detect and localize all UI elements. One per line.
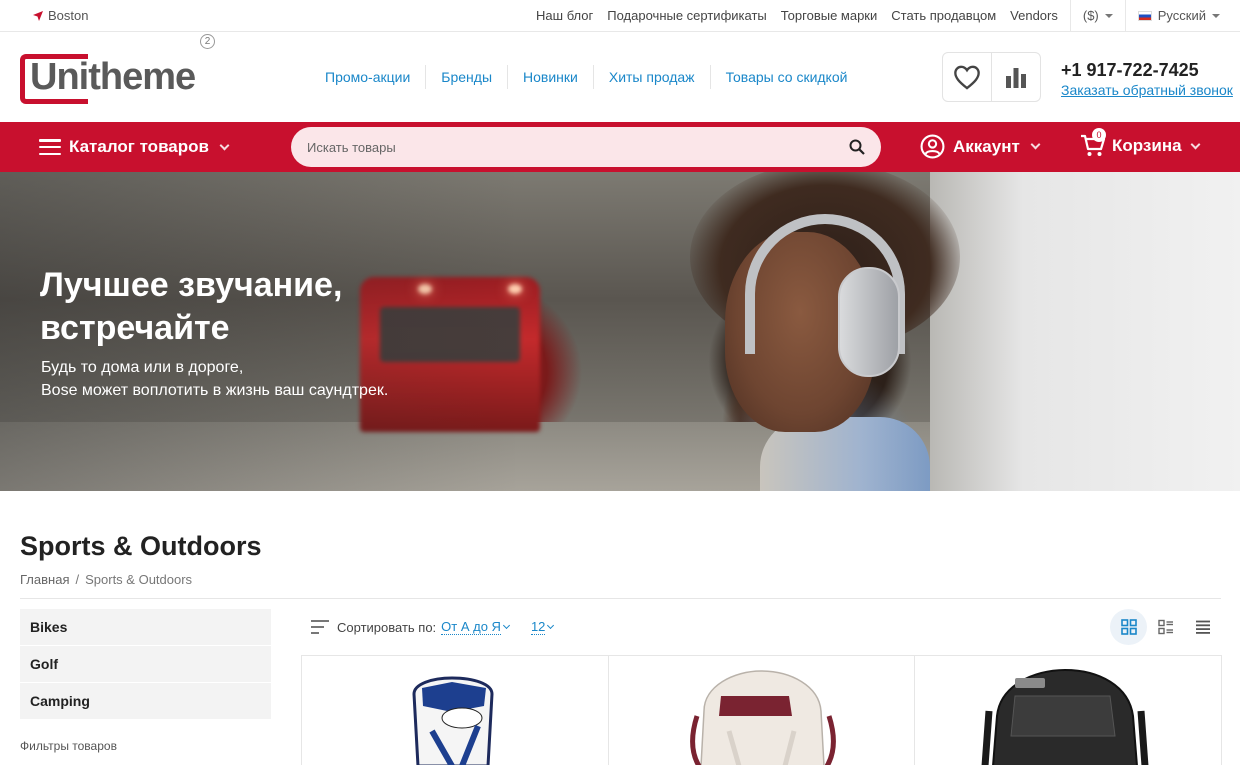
top-link-vendors[interactable]: Vendors xyxy=(1010,8,1058,23)
catalog-label: Каталог товаров xyxy=(69,137,209,156)
chevron-down-icon xyxy=(547,621,555,630)
location-label: Boston xyxy=(48,8,89,23)
top-link-become-seller[interactable]: Стать продавцом xyxy=(891,8,996,23)
headphones-earcup xyxy=(838,267,900,377)
nav-discounts[interactable]: Товары со скидкой xyxy=(711,65,863,89)
search-bar xyxy=(291,127,881,167)
chevron-down-icon xyxy=(1104,13,1113,18)
breadcrumb: Главная / Sports & Outdoors xyxy=(20,572,192,587)
compare-button[interactable] xyxy=(992,53,1040,101)
banner-subtitle: Будь то дома или в дороге, Bose может во… xyxy=(41,356,388,402)
cart-label: Корзина xyxy=(1112,136,1182,155)
chevron-down-icon xyxy=(502,621,510,630)
quick-icons xyxy=(942,52,1041,102)
cart-button[interactable]: 0 Корзина xyxy=(1080,128,1200,158)
chevron-down-icon xyxy=(219,140,230,150)
logo-badge: 2 xyxy=(200,33,215,49)
list-with-thumbs-icon xyxy=(1157,619,1173,635)
location-selector[interactable]: Boston xyxy=(33,8,88,23)
per-page-dropdown[interactable]: 12 xyxy=(530,619,546,635)
subcategory-golf[interactable]: Golf xyxy=(20,646,271,682)
product-image xyxy=(981,668,1149,765)
banner-wall xyxy=(930,172,1240,491)
banner-subtitle-line: Будь то дома или в дороге, xyxy=(41,359,244,376)
product-card[interactable] xyxy=(915,656,1221,765)
account-label: Аккаунт xyxy=(953,136,1020,156)
user-icon xyxy=(920,134,945,159)
contact-block: +1 917-722-7425 Заказать обратный звонок xyxy=(1061,60,1233,98)
top-link-brands[interactable]: Торговые марки xyxy=(781,8,878,23)
product-image xyxy=(689,670,836,765)
search-input[interactable] xyxy=(307,139,849,155)
breadcrumb-home[interactable]: Главная xyxy=(20,572,69,587)
russia-flag-icon xyxy=(1137,10,1152,21)
sort-label: Сортировать по: xyxy=(337,619,437,635)
list-view-button[interactable] xyxy=(1147,609,1184,645)
language-label: Русский xyxy=(1157,8,1206,23)
wishlist-button[interactable] xyxy=(943,53,992,101)
banner-title-line: встречайте xyxy=(40,309,230,347)
divider xyxy=(1124,0,1126,32)
currency-label: ($) xyxy=(1082,8,1099,23)
view-switcher xyxy=(1110,609,1221,645)
account-button[interactable]: Аккаунт xyxy=(920,134,1041,159)
top-bar: Boston Наш блог Подарочные сертификаты Т… xyxy=(0,0,1240,32)
main-toolbar: Каталог товаров Аккаунт 0 Корзина xyxy=(0,122,1240,172)
heart-icon xyxy=(954,65,980,90)
grid-view-button[interactable] xyxy=(1110,609,1147,645)
nav-promo[interactable]: Промо-акции xyxy=(310,65,427,89)
nav-new[interactable]: Новинки xyxy=(508,65,594,89)
sort-icon xyxy=(311,620,329,634)
product-card[interactable] xyxy=(609,656,916,765)
page-title: Sports & Outdoors xyxy=(20,531,262,561)
language-selector[interactable]: Русский xyxy=(1137,8,1220,23)
breadcrumb-separator: / xyxy=(75,572,80,587)
promo-banner[interactable]: Лучшее звучание, встречайте Будь то дома… xyxy=(0,172,1240,491)
subcategory-list: Bikes Golf Camping xyxy=(20,609,271,720)
compact-view-button[interactable] xyxy=(1184,609,1221,645)
banner-title-line: Лучшее звучание, xyxy=(40,266,343,304)
breadcrumb-current: Sports & Outdoors xyxy=(85,572,193,587)
banner-title: Лучшее звучание, встречайте xyxy=(40,264,342,350)
product-image xyxy=(412,676,494,765)
filters-heading: Фильтры товаров xyxy=(20,739,117,753)
search-icon[interactable] xyxy=(849,139,865,155)
product-card[interactable] xyxy=(302,656,609,765)
currency-selector[interactable]: ($) xyxy=(1083,8,1113,23)
divider xyxy=(20,598,1221,599)
compact-list-icon xyxy=(1195,620,1210,634)
nav-bestsellers[interactable]: Хиты продаж xyxy=(594,65,711,89)
subcategory-camping[interactable]: Camping xyxy=(20,683,271,719)
cart-count-badge: 0 xyxy=(1092,128,1106,142)
sort-dropdown[interactable]: От А до Я xyxy=(441,619,501,635)
chevron-down-icon xyxy=(1190,139,1200,149)
site-logo[interactable]: Unitheme 2 xyxy=(20,33,220,104)
banner-subtitle-line: Bose может воплотить в жизнь ваш саундтр… xyxy=(41,382,389,399)
logo-text: Unitheme xyxy=(30,55,196,98)
menu-icon xyxy=(39,139,61,155)
chevron-down-icon xyxy=(1030,139,1041,150)
nav-brands[interactable]: Бренды xyxy=(426,65,509,89)
main-nav: Промо-акции Бренды Новинки Хиты продаж Т… xyxy=(310,65,862,89)
divider xyxy=(1069,0,1071,32)
catalog-button[interactable]: Каталог товаров xyxy=(39,137,230,157)
top-link-blog[interactable]: Наш блог xyxy=(536,8,593,23)
product-grid xyxy=(301,655,1222,765)
subcategory-bikes[interactable]: Bikes xyxy=(20,609,271,645)
chevron-down-icon xyxy=(1212,13,1220,18)
location-arrow-icon xyxy=(33,10,43,21)
top-link-gift-certificates[interactable]: Подарочные сертификаты xyxy=(607,8,766,23)
grid-icon xyxy=(1120,619,1137,635)
header: Unitheme 2 Промо-акции Бренды Новинки Хи… xyxy=(0,32,1240,122)
phone-number[interactable]: +1 917-722-7425 xyxy=(1061,60,1233,81)
top-links: Наш блог Подарочные сертификаты Торговые… xyxy=(522,0,1220,32)
callback-link[interactable]: Заказать обратный звонок xyxy=(1061,82,1233,98)
sort-bar: Сортировать по: От А до Я 12 xyxy=(311,609,1221,645)
bar-chart-icon xyxy=(1006,68,1026,88)
